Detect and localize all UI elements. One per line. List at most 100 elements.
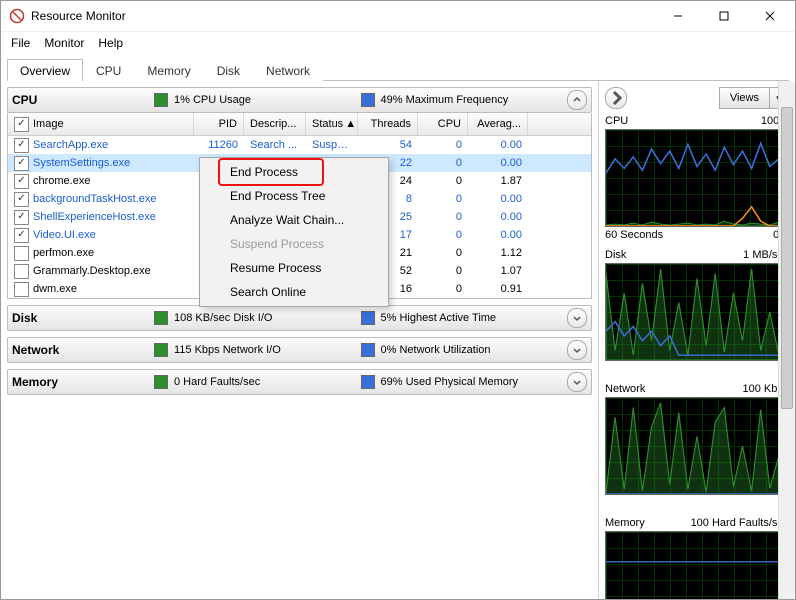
row-checkbox[interactable] (14, 228, 29, 243)
process-cpu: 0 (418, 229, 468, 241)
process-name: Video.UI.exe (33, 229, 96, 241)
chart-canvas (605, 531, 789, 599)
menu-help[interactable]: Help (98, 36, 123, 50)
chart-title: Disk (605, 249, 626, 261)
col-avg[interactable]: Averag... (468, 113, 528, 135)
context-menu-item[interactable]: Search Online (202, 280, 386, 304)
chart-memory: Memory100 Hard Faults/sec (605, 517, 789, 599)
charts-scrollbar[interactable] (778, 81, 795, 599)
chart-cpu: CPU100%60 Seconds0% (605, 115, 789, 241)
row-checkbox[interactable] (14, 246, 29, 261)
process-avgcpu: 1.12 (468, 247, 528, 259)
col-pid[interactable]: PID (194, 113, 244, 135)
row-checkbox[interactable] (14, 264, 29, 279)
net-util-label: 0% Network Utilization (381, 344, 491, 356)
sort-arrow-icon: ▲ (345, 118, 356, 130)
menu-monitor[interactable]: Monitor (44, 36, 84, 50)
row-checkbox[interactable] (14, 282, 29, 297)
mem-faults-swatch (154, 375, 168, 389)
process-avgcpu: 1.87 (468, 175, 528, 187)
views-button[interactable]: Views (719, 87, 770, 109)
window-title: Resource Monitor (31, 9, 655, 23)
row-checkbox[interactable] (14, 192, 29, 207)
chart-scale-top: 100 Hard Faults/sec (691, 517, 789, 529)
row-checkbox[interactable] (14, 156, 29, 171)
memory-expand-button[interactable] (567, 372, 587, 392)
network-section-header[interactable]: Network 115 Kbps Network I/O 0% Network … (7, 337, 592, 363)
col-image[interactable]: Image (8, 113, 194, 135)
cpu-usage-swatch (154, 93, 168, 107)
close-button[interactable] (747, 1, 793, 31)
app-icon (9, 8, 25, 24)
process-avgcpu: 0.91 (468, 283, 528, 295)
process-threads: 54 (358, 139, 418, 151)
cpu-freq-label: 49% Maximum Frequency (381, 94, 509, 106)
process-avgcpu: 0.00 (468, 193, 528, 205)
process-cpu: 0 (418, 283, 468, 295)
context-menu-item[interactable]: Analyze Wait Chain... (202, 208, 386, 232)
cpu-collapse-button[interactable] (567, 90, 587, 110)
memory-section-title: Memory (12, 375, 154, 389)
process-pid: 11260 (194, 139, 244, 151)
resource-monitor-window: Resource Monitor File Monitor Help Overv… (0, 0, 796, 600)
table-row[interactable]: SearchApp.exe11260Search ...Suspe...5400… (8, 136, 591, 154)
tab-cpu[interactable]: CPU (83, 59, 134, 81)
process-name: Grammarly.Desktop.exe (33, 265, 151, 277)
disk-active-label: 5% Highest Active Time (381, 312, 497, 324)
process-status: Suspe... (306, 139, 358, 151)
process-cpu: 0 (418, 211, 468, 223)
process-avgcpu: 0.00 (468, 157, 528, 169)
mem-used-swatch (361, 375, 375, 389)
charts-collapse-button[interactable] (605, 87, 627, 109)
minimize-button[interactable] (655, 1, 701, 31)
chart-network: Network100 Kbps0 (605, 383, 789, 509)
tab-network[interactable]: Network (253, 59, 323, 81)
memory-section-header[interactable]: Memory 0 Hard Faults/sec 69% Used Physic… (7, 369, 592, 395)
chart-title: CPU (605, 115, 628, 127)
network-expand-button[interactable] (567, 340, 587, 360)
mem-used-label: 69% Used Physical Memory (381, 376, 519, 388)
col-cpu[interactable]: CPU (418, 113, 468, 135)
context-menu-item[interactable]: Resume Process (202, 256, 386, 280)
process-name: dwm.exe (33, 283, 77, 295)
tab-disk[interactable]: Disk (204, 59, 253, 81)
charts-scrollbar-thumb[interactable] (781, 107, 793, 409)
disk-expand-button[interactable] (567, 308, 587, 328)
cpu-section-title: CPU (12, 93, 154, 107)
tab-overview[interactable]: Overview (7, 59, 83, 81)
context-menu: End ProcessEnd Process TreeAnalyze Wait … (199, 157, 389, 307)
col-status[interactable]: Status▲ (306, 113, 358, 135)
row-checkbox[interactable] (14, 174, 29, 189)
net-io-swatch (154, 343, 168, 357)
chart-canvas (605, 397, 789, 495)
tab-memory[interactable]: Memory (134, 59, 203, 81)
net-io-label: 115 Kbps Network I/O (174, 344, 281, 356)
net-util-swatch (361, 343, 375, 357)
row-checkbox[interactable] (14, 210, 29, 225)
menubar: File Monitor Help (1, 32, 795, 54)
process-avgcpu: 0.00 (468, 139, 528, 151)
disk-section-title: Disk (12, 311, 154, 325)
process-cpu: 0 (418, 193, 468, 205)
cpu-section-header[interactable]: CPU 1% CPU Usage 49% Maximum Frequency (7, 87, 592, 113)
process-name: SearchApp.exe (33, 139, 108, 151)
process-name: ShellExperienceHost.exe (33, 211, 156, 223)
process-avgcpu: 0.00 (468, 211, 528, 223)
select-all-checkbox[interactable] (14, 117, 29, 132)
menu-file[interactable]: File (11, 36, 30, 50)
context-menu-item[interactable]: End Process (202, 160, 386, 184)
process-cpu: 0 (418, 157, 468, 169)
network-section-title: Network (12, 343, 154, 357)
disk-section-header[interactable]: Disk 108 KB/sec Disk I/O 5% Highest Acti… (7, 305, 592, 331)
chart-xaxis-label: 60 Seconds (605, 229, 663, 241)
titlebar: Resource Monitor (1, 1, 795, 32)
row-checkbox[interactable] (14, 138, 29, 153)
chart-disk: Disk1 MB/sec0 (605, 249, 789, 375)
disk-active-swatch (361, 311, 375, 325)
context-menu-item[interactable]: End Process Tree (202, 184, 386, 208)
maximize-button[interactable] (701, 1, 747, 31)
col-desc[interactable]: Descrip... (244, 113, 306, 135)
chart-canvas (605, 263, 789, 361)
col-threads[interactable]: Threads (358, 113, 418, 135)
context-menu-item: Suspend Process (202, 232, 386, 256)
